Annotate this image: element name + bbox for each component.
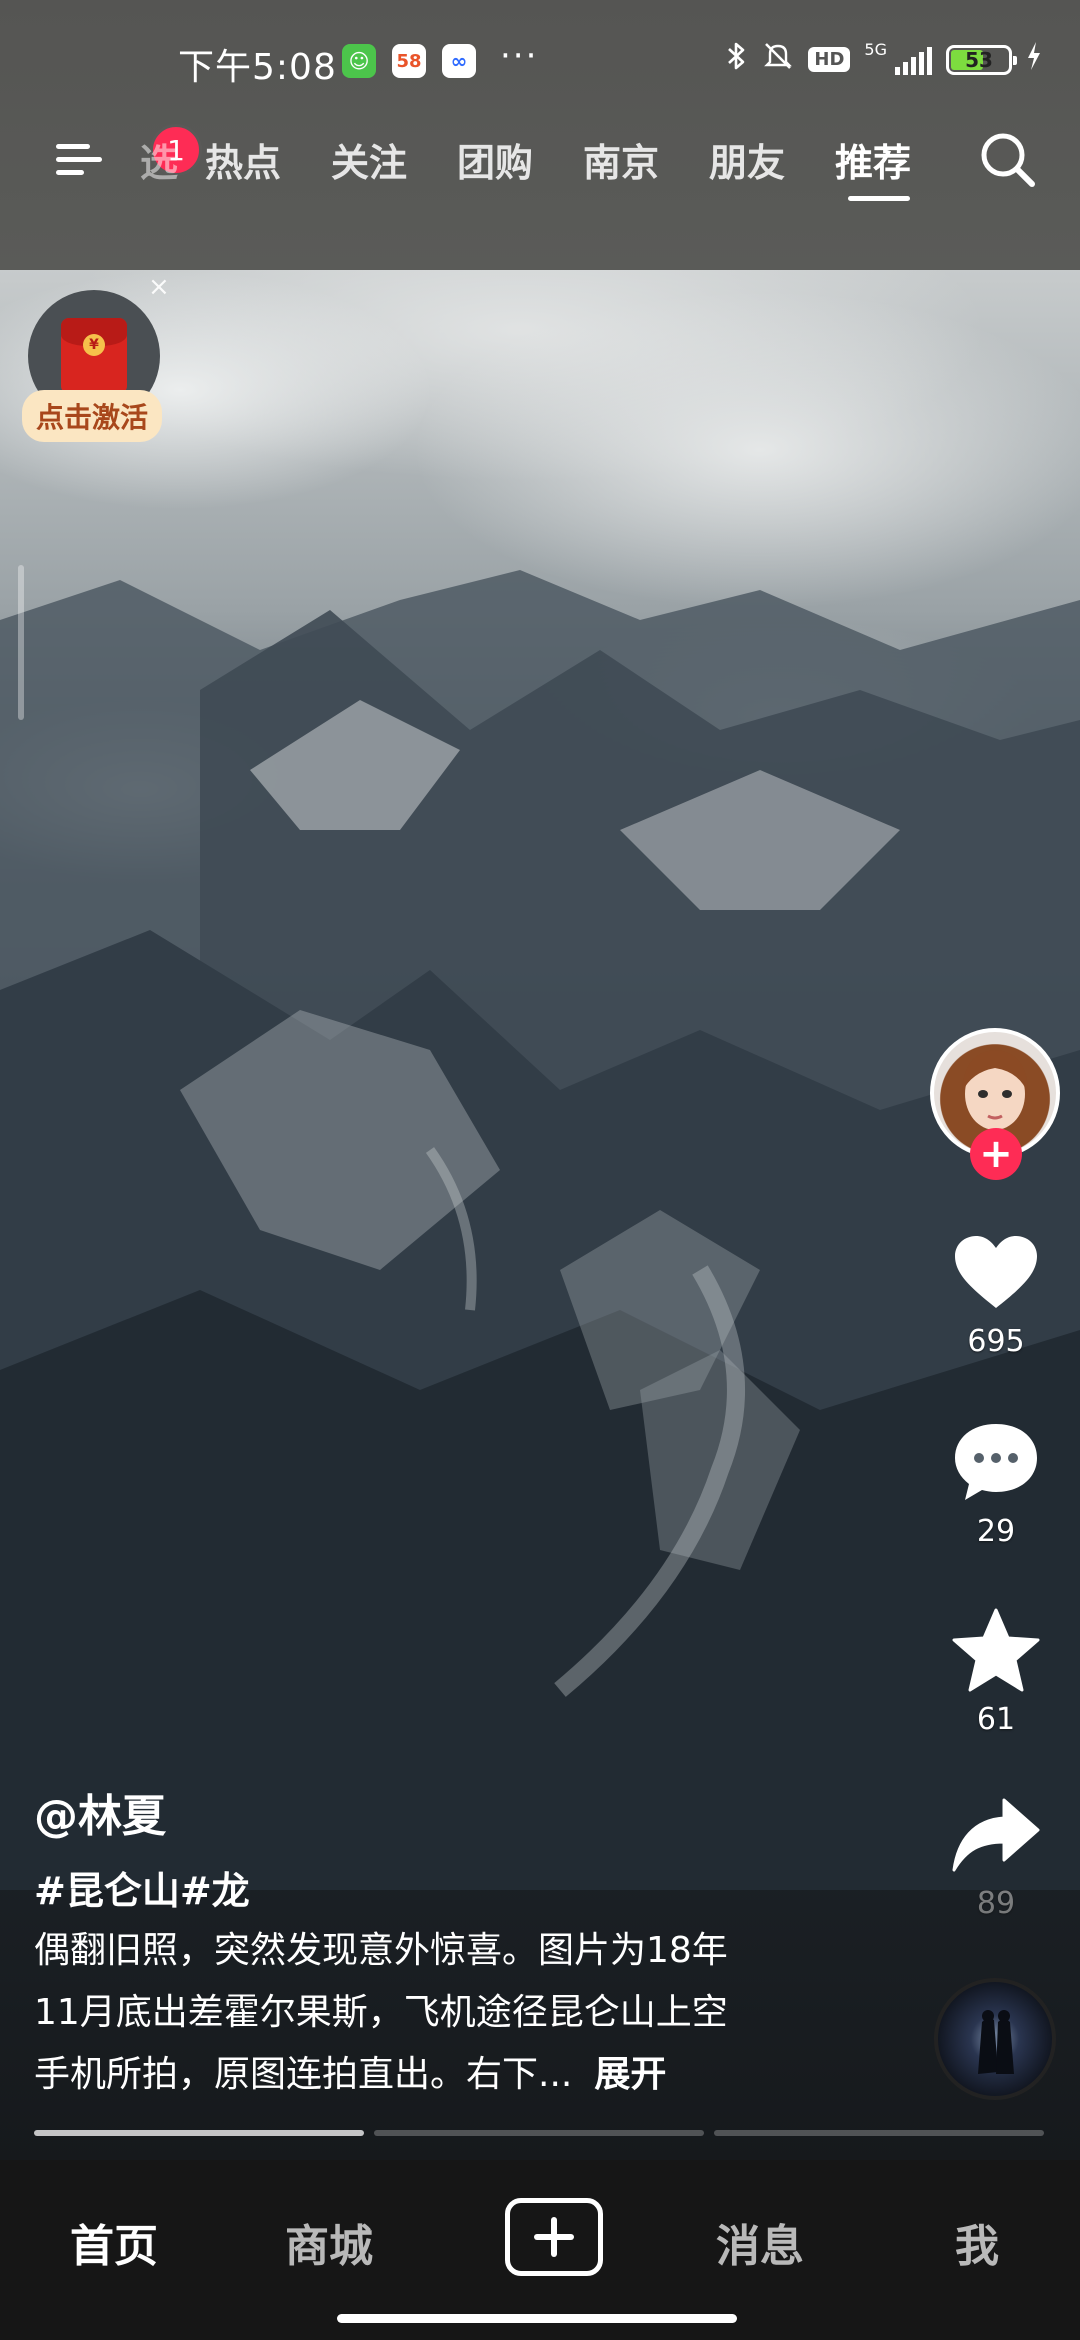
hd-icon: HD xyxy=(808,47,851,72)
star-icon xyxy=(940,1600,1052,1700)
follow-button[interactable]: + xyxy=(970,1128,1022,1180)
58-app-notification-icon: 58 xyxy=(392,44,426,78)
heart-icon xyxy=(940,1222,1052,1322)
expand-button[interactable]: 展开 xyxy=(594,2054,666,2095)
status-bar: 下午5:08 ☺ 58 ∞ ··· HD 5G 53 xyxy=(0,0,1080,120)
tab-friends[interactable]: 朋友 xyxy=(709,132,785,187)
comment-button[interactable]: 29 xyxy=(940,1412,1052,1549)
favorite-count: 61 xyxy=(976,1702,1016,1737)
baidu-notification-icon: ∞ xyxy=(442,44,476,78)
comment-icon xyxy=(940,1412,1052,1512)
more-notifications-icon: ··· xyxy=(500,36,539,76)
signal-icon xyxy=(895,45,932,75)
top-area: 下午5:08 ☺ 58 ∞ ··· HD 5G 53 1 选 热点 关注 团购 … xyxy=(0,0,1080,270)
tab-nanjing[interactable]: 南京 xyxy=(583,132,659,187)
screen: 下午5:08 ☺ 58 ∞ ··· HD 5G 53 1 选 热点 关注 团购 … xyxy=(0,0,1080,2340)
battery-icon: 53 xyxy=(946,44,1017,75)
status-time: 下午5:08 xyxy=(178,47,337,88)
share-arrow-icon xyxy=(940,1784,1052,1884)
tab-partial[interactable]: 选 xyxy=(140,132,178,187)
favorite-button[interactable]: 61 xyxy=(940,1600,1052,1737)
network-type: 5G xyxy=(864,39,887,59)
tab-group-buy[interactable]: 团购 xyxy=(457,132,533,187)
comment-count: 29 xyxy=(976,1514,1016,1549)
red-packet-activate-button[interactable]: 点击激活 xyxy=(22,390,163,442)
description-line: 11月底出差霍尔果斯，飞机途径昆仑山上空 xyxy=(34,1992,728,2033)
description-line: 手机所拍，原图连拍直出。右下... 展开 xyxy=(34,2054,667,2095)
home-indicator[interactable] xyxy=(337,2314,737,2323)
bluetooth-icon xyxy=(726,40,748,79)
left-scroll-indicator xyxy=(18,565,24,720)
nav-mall[interactable]: 商城 xyxy=(285,2210,373,2274)
plus-icon xyxy=(534,2217,574,2257)
like-button[interactable]: 695 xyxy=(940,1222,1052,1359)
red-envelope-icon: ¥ xyxy=(61,318,127,394)
author-name[interactable]: @林夏 xyxy=(34,1780,166,1844)
nav-messages[interactable]: 消息 xyxy=(716,2210,804,2274)
mute-bell-icon xyxy=(762,40,794,79)
menu-button[interactable]: 1 xyxy=(54,124,202,184)
create-button[interactable] xyxy=(505,2198,603,2276)
active-tab-indicator xyxy=(848,196,910,201)
nav-home[interactable]: 首页 xyxy=(70,2210,158,2274)
search-icon[interactable] xyxy=(976,128,1040,192)
segment-progress-1 xyxy=(34,2130,364,2136)
charging-icon xyxy=(1026,42,1042,77)
segment-progress-3 xyxy=(714,2130,1044,2136)
status-right: HD 5G 53 xyxy=(726,40,1042,79)
hashtags[interactable]: #昆仑山#龙 xyxy=(34,1860,250,1915)
video-description: 偶翻旧照，突然发现意外惊喜。图片为18年 11月底出差霍尔果斯，飞机途径昆仑山上… xyxy=(34,1920,874,2106)
music-disc[interactable] xyxy=(934,1978,1056,2100)
bottom-nav: 首页 商城 消息 我 xyxy=(0,2160,1080,2340)
tab-following[interactable]: 关注 xyxy=(331,132,407,187)
battery-level: 53 xyxy=(965,47,993,72)
tab-hot[interactable]: 热点 xyxy=(205,132,281,187)
red-packet-close-icon[interactable]: × xyxy=(148,272,170,302)
nav-me[interactable]: 我 xyxy=(955,2210,999,2274)
description-line: 偶翻旧照，突然发现意外惊喜。图片为18年 xyxy=(34,1930,728,1971)
segment-progress-2 xyxy=(374,2130,704,2136)
top-tabs: 1 选 热点 关注 团购 南京 朋友 推荐 xyxy=(0,118,1080,218)
tab-recommended[interactable]: 推荐 xyxy=(835,132,911,187)
wechat-notification-icon: ☺ xyxy=(342,44,376,78)
like-count: 695 xyxy=(967,1324,1025,1359)
